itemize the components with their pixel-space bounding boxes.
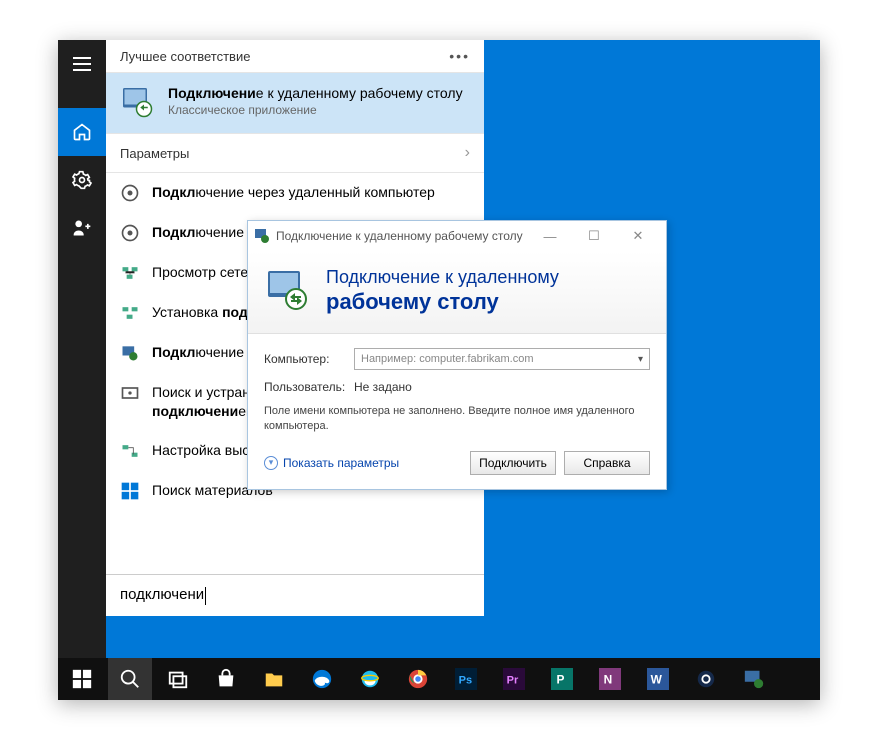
result-text: Подключение через удаленный компьютер <box>152 183 435 202</box>
help-button[interactable]: Справка <box>564 451 650 475</box>
params-label: Параметры <box>120 146 189 161</box>
search-input[interactable]: подключени <box>120 586 470 604</box>
home-button[interactable] <box>58 108 106 156</box>
taskbar-photoshop[interactable]: Ps <box>444 658 488 700</box>
best-match-header: Лучшее соответствие ••• <box>106 40 484 72</box>
svg-text:N: N <box>604 673 613 687</box>
svg-text:P: P <box>557 673 565 687</box>
taskbar-onenote[interactable]: N <box>588 658 632 700</box>
settings-button[interactable] <box>58 156 106 204</box>
menu-button[interactable] <box>58 40 106 88</box>
taskbar-chrome[interactable] <box>396 658 440 700</box>
show-params-link[interactable]: ▾ Показать параметры <box>264 456 462 470</box>
taskbar-taskview[interactable] <box>156 658 200 700</box>
result-icon <box>120 383 140 403</box>
taskbar: Ps Pr P N W <box>58 658 820 700</box>
rdp-dialog: Подключение к удаленному рабочему столу … <box>247 220 667 490</box>
rdp-titlebar[interactable]: Подключение к удаленному рабочему столу … <box>248 221 666 251</box>
rdp-title: Подключение к удаленному рабочему столу <box>276 229 528 243</box>
rdp-hint: Поле имени компьютера не заполнено. Введ… <box>264 404 650 435</box>
close-button[interactable]: ✕ <box>616 221 660 251</box>
computer-label: Компьютер: <box>264 352 344 366</box>
best-match-item[interactable]: Подключение к удаленному рабочему столу … <box>106 72 484 134</box>
rdp-titlebar-icon <box>254 228 270 244</box>
minimize-button[interactable]: — <box>528 221 572 251</box>
start-sidebar <box>58 40 106 658</box>
best-match-subtitle: Классическое приложение <box>168 103 463 117</box>
rdp-banner-line1: Подключение к удаленному <box>326 267 559 289</box>
maximize-button[interactable]: ☐ <box>572 221 616 251</box>
more-icon[interactable]: ••• <box>449 48 470 64</box>
user-button[interactable] <box>58 204 106 252</box>
computer-placeholder: Например: computer.fabrikam.com <box>361 353 534 365</box>
result-icon <box>120 343 140 363</box>
desktop: Лучшее соответствие ••• Подключение к уд… <box>58 40 820 700</box>
rdp-banner-icon <box>264 267 312 315</box>
taskbar-explorer[interactable] <box>252 658 296 700</box>
taskbar-start[interactable] <box>60 658 104 700</box>
params-header[interactable]: Параметры › <box>106 134 484 173</box>
connect-button[interactable]: Подключить <box>470 451 556 475</box>
result-icon <box>120 441 140 461</box>
rdp-banner-line2: рабочему столу <box>326 289 559 315</box>
taskbar-edge[interactable] <box>300 658 344 700</box>
rdp-app-icon <box>120 85 156 121</box>
user-label: Пользователь: <box>264 380 344 394</box>
taskbar-word[interactable]: W <box>636 658 680 700</box>
chevron-down-icon: ▾ <box>638 354 643 365</box>
taskbar-ie[interactable] <box>348 658 392 700</box>
taskbar-premiere[interactable]: Pr <box>492 658 536 700</box>
user-value: Не задано <box>354 380 412 394</box>
expand-icon: ▾ <box>264 456 278 470</box>
result-icon <box>120 303 140 323</box>
svg-text:Ps: Ps <box>459 675 472 687</box>
result-icon <box>120 263 140 283</box>
rdp-banner: Подключение к удаленному рабочему столу <box>248 251 666 334</box>
svg-text:Pr: Pr <box>507 675 519 687</box>
taskbar-store[interactable] <box>204 658 248 700</box>
svg-text:W: W <box>651 673 663 687</box>
best-match-title: Подключение к удаленному рабочему столу <box>168 85 463 101</box>
search-result[interactable]: Подключение через удаленный компьютер <box>106 173 484 213</box>
result-icon <box>120 481 140 501</box>
taskbar-rdp[interactable] <box>732 658 776 700</box>
best-match-label: Лучшее соответствие <box>120 49 250 64</box>
chevron-right-icon: › <box>465 144 470 162</box>
computer-combo[interactable]: Например: computer.fabrikam.com ▾ <box>354 348 650 370</box>
search-box[interactable]: подключени <box>106 574 484 616</box>
taskbar-app14[interactable] <box>684 658 728 700</box>
taskbar-publisher[interactable]: P <box>540 658 584 700</box>
taskbar-search[interactable] <box>108 658 152 700</box>
result-icon <box>120 223 140 243</box>
result-icon <box>120 183 140 203</box>
